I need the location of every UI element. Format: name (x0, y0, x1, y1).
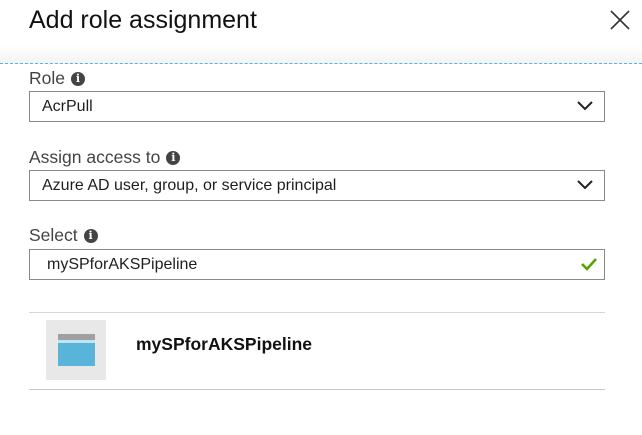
assign-access-label-row: Assign access to i (29, 146, 181, 168)
assign-access-label: Assign access to (29, 147, 161, 167)
info-icon[interactable]: i (166, 151, 181, 165)
checkmark-icon (581, 258, 597, 271)
role-label: Role (29, 68, 65, 88)
select-label-row: Select i (29, 224, 98, 246)
application-icon (46, 320, 106, 380)
info-icon[interactable]: i (71, 72, 85, 86)
assign-access-selected-value: Azure AD user, group, or service princip… (42, 177, 337, 194)
close-button[interactable] (605, 5, 633, 33)
select-search-input[interactable]: mySPforAKSPipeline (29, 249, 605, 280)
header-divider (0, 63, 642, 64)
info-icon[interactable]: i (83, 229, 98, 243)
select-label: Select (29, 225, 78, 245)
result-item-name: mySPforAKSPipeline (136, 334, 313, 354)
role-dropdown[interactable]: AcrPull (29, 91, 605, 122)
role-label-row: Role i (29, 67, 85, 89)
results-divider-bottom (29, 389, 605, 390)
select-input-value: mySPforAKSPipeline (47, 256, 198, 273)
result-item[interactable]: mySPforAKSPipeline (29, 313, 605, 389)
chevron-down-icon (577, 101, 593, 111)
assign-access-dropdown[interactable]: Azure AD user, group, or service princip… (29, 170, 605, 201)
role-selected-value: AcrPull (42, 98, 93, 115)
page-title: Add role assignment (29, 6, 257, 34)
close-icon (610, 10, 630, 30)
blade-header: Add role assignment (0, 0, 642, 64)
chevron-down-icon (577, 180, 593, 190)
